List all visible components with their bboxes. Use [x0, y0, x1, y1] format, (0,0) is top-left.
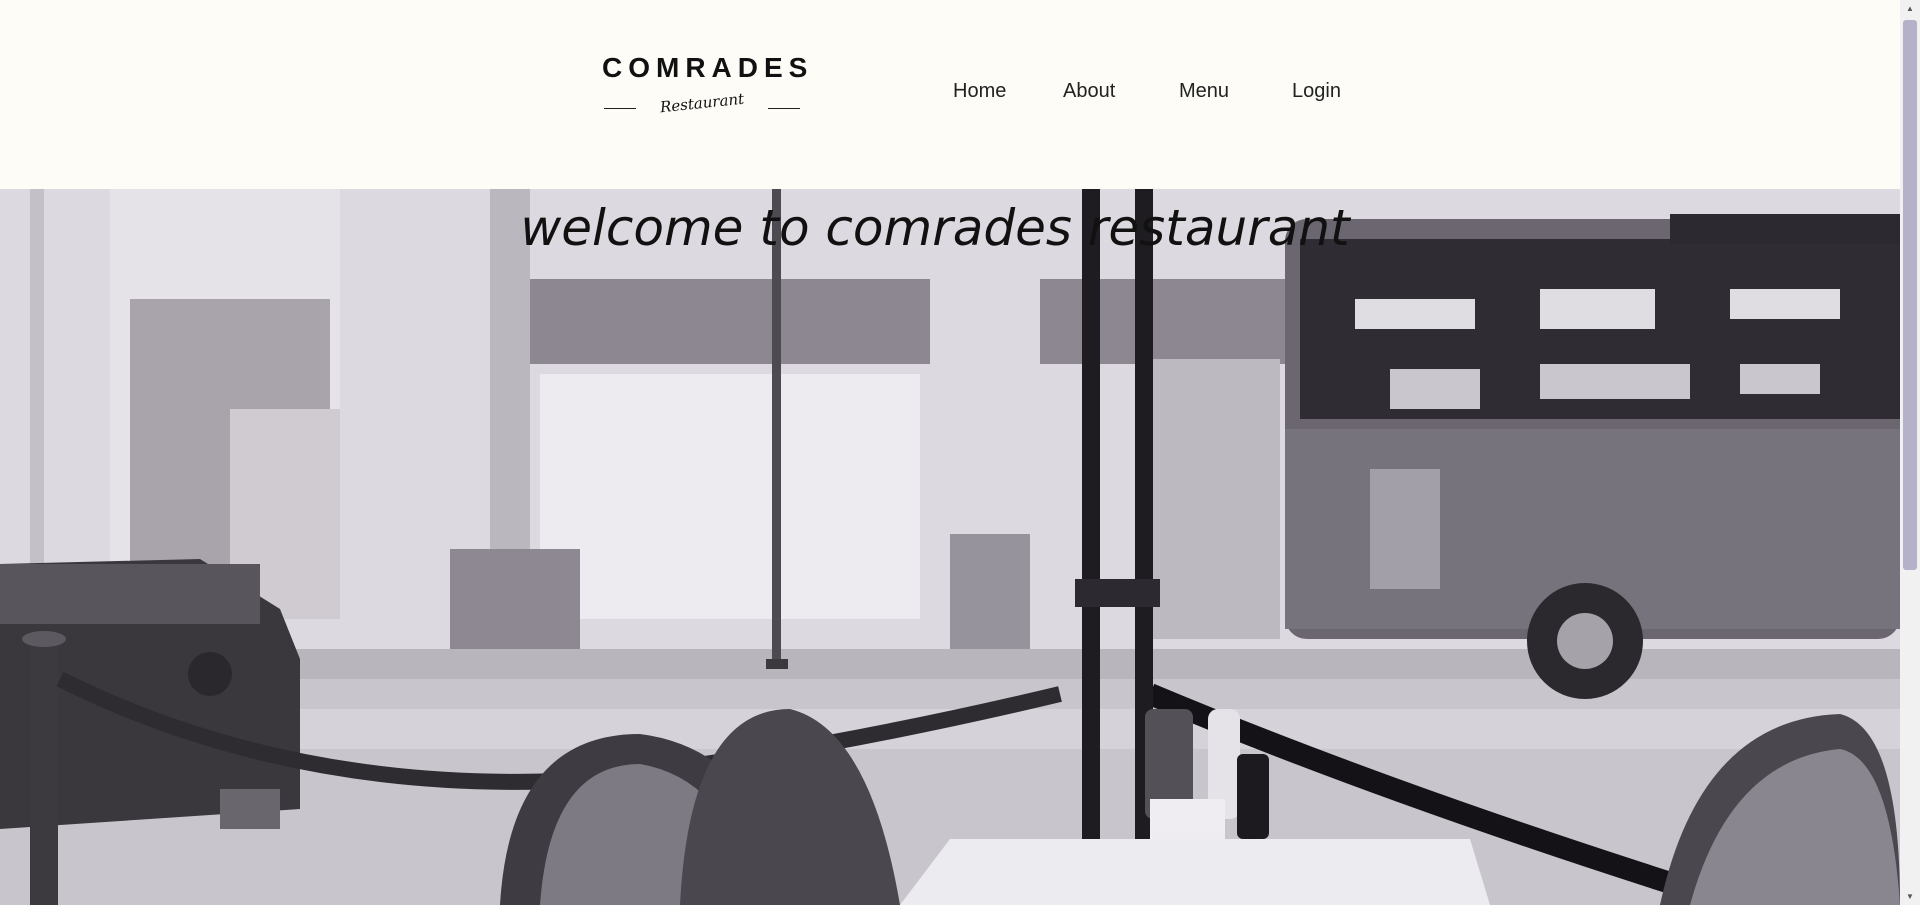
nav-home[interactable]: Home [953, 80, 1006, 103]
nav-login[interactable]: Login [1292, 80, 1341, 103]
scroll-up-icon[interactable]: ▲ [1900, 0, 1920, 17]
logo-title: COMRADES [602, 52, 814, 83]
hero-image [0, 189, 1900, 905]
page: COMRADES Restaurant Home About Menu Logi… [0, 0, 1920, 905]
scroll-down-icon[interactable]: ▼ [1900, 888, 1920, 905]
logo-tagline: Restaurant [659, 89, 745, 117]
hero-section: welcome to comrades restaurant [0, 189, 1900, 905]
nav-about[interactable]: About [1063, 80, 1115, 103]
logo-sub-row: Restaurant [602, 88, 802, 128]
site-header: COMRADES Restaurant Home About Menu Logi… [0, 0, 1900, 189]
vertical-scrollbar[interactable]: ▲ ▼ [1900, 0, 1920, 905]
scroll-thumb[interactable] [1903, 20, 1917, 570]
hero-title: welcome to comrades restaurant [520, 199, 1350, 257]
nav-menu[interactable]: Menu [1179, 80, 1229, 103]
logo[interactable]: COMRADES Restaurant [602, 50, 814, 130]
